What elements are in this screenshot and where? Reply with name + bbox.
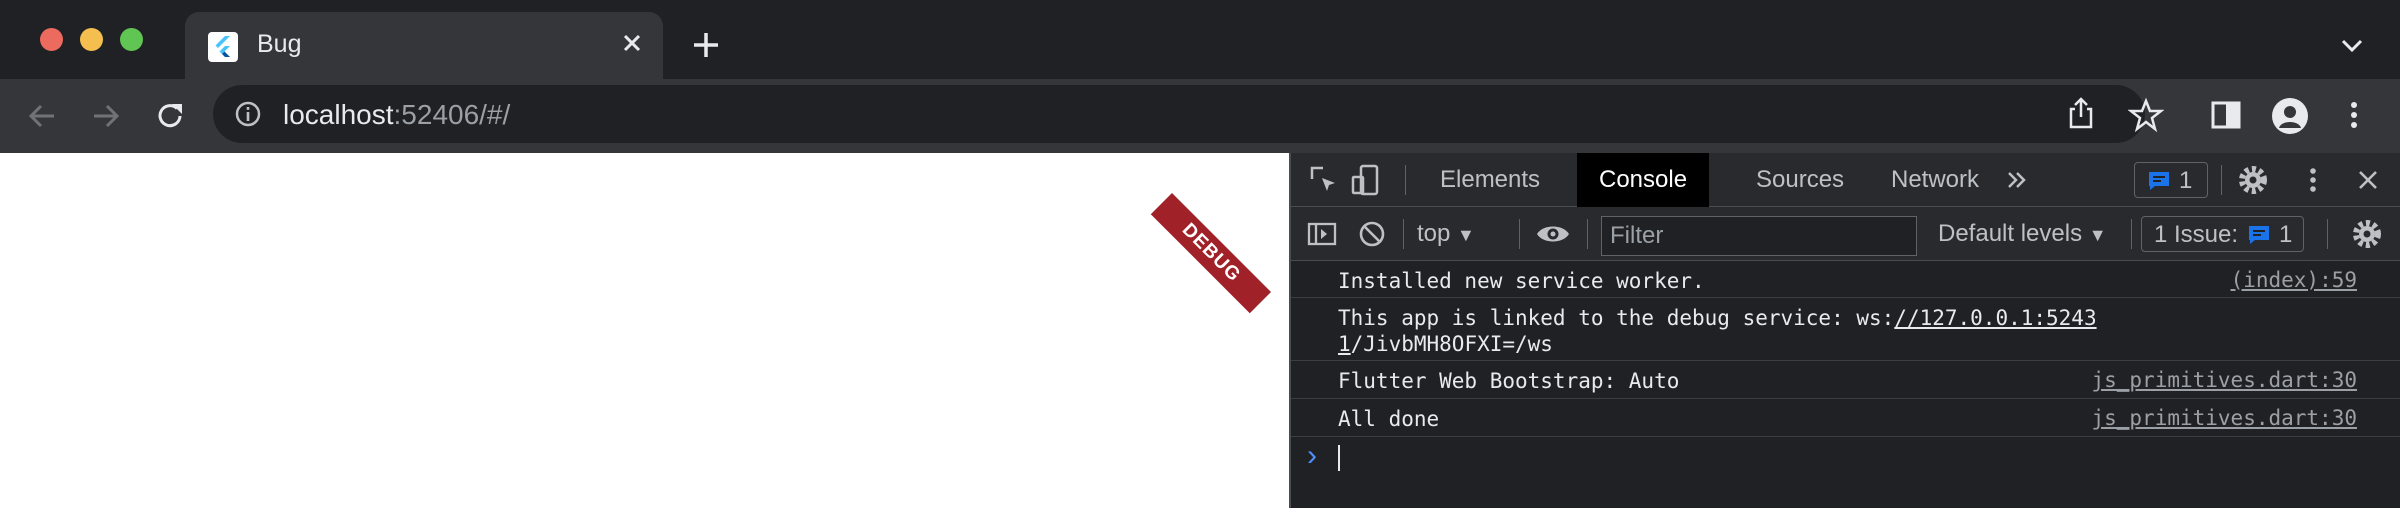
tab-network[interactable]: Network: [1869, 153, 2001, 207]
dropdown-triangle-icon: ▼: [1457, 225, 1475, 245]
console-toolbar: top ▼ Filter Default levels ▼ 1 Issue: 1: [1291, 207, 2400, 261]
flutter-icon: [208, 32, 238, 62]
console-message: This app is linked to the debug service:…: [1291, 298, 2400, 361]
back-arrow-icon[interactable]: [24, 98, 60, 134]
info-icon[interactable]: [233, 99, 263, 129]
new-tab-button[interactable]: [688, 27, 724, 63]
profile-avatar-icon[interactable]: [2271, 97, 2308, 134]
device-toolbar-icon[interactable]: [1349, 163, 1383, 197]
show-sidebar-icon[interactable]: [1305, 217, 1339, 251]
debug-service-link-continued[interactable]: 1: [1338, 332, 1351, 356]
side-panel-icon[interactable]: [2208, 97, 2244, 133]
log-levels-dropdown[interactable]: Default levels ▼: [1938, 220, 2107, 248]
clear-console-icon[interactable]: [1355, 217, 1389, 251]
separator: [2221, 165, 2222, 195]
console-message: All done js_primitives.dart:30: [1291, 399, 2400, 437]
messages-badge[interactable]: 1: [2134, 162, 2208, 198]
maximize-window-button[interactable]: [120, 28, 143, 51]
separator: [1405, 165, 1406, 195]
tab-elements[interactable]: Elements: [1418, 153, 1562, 207]
share-icon[interactable]: [2063, 95, 2099, 131]
settings-gear-icon[interactable]: [2236, 163, 2270, 197]
message-source-link[interactable]: js_primitives.dart:30: [2091, 406, 2357, 430]
address-bar[interactable]: localhost:52406/#/: [213, 85, 2145, 143]
kebab-menu-icon[interactable]: [2336, 97, 2372, 133]
minimize-window-button[interactable]: [80, 28, 103, 51]
close-devtools-icon[interactable]: [2351, 163, 2385, 197]
separator: [2327, 219, 2328, 249]
more-tabs-icon[interactable]: [2001, 163, 2035, 197]
live-expression-eye-icon[interactable]: [1535, 217, 1569, 251]
devtools-tab-bar: Elements Console Sources Network 1: [1291, 153, 2400, 207]
tab-sources[interactable]: Sources: [1734, 153, 1866, 207]
page-viewport: DEBUG: [0, 153, 1289, 508]
issues-button[interactable]: 1 Issue: 1: [2141, 216, 2304, 252]
separator: [1587, 219, 1588, 249]
console-message: Installed new service worker. (index):59: [1291, 261, 2400, 298]
devtools-menu-icon[interactable]: [2296, 163, 2330, 197]
chevron-down-icon[interactable]: [2337, 30, 2367, 60]
reload-icon[interactable]: [152, 98, 188, 134]
separator: [2131, 219, 2132, 249]
close-window-button[interactable]: [40, 28, 63, 51]
console-settings-gear-icon[interactable]: [2350, 217, 2384, 251]
url-text[interactable]: localhost:52406/#/: [283, 99, 510, 131]
browser-tab[interactable]: Bug: [185, 12, 663, 79]
browser-toolbar: localhost:52406/#/: [0, 79, 2400, 153]
message-source-link[interactable]: js_primitives.dart:30: [2091, 368, 2357, 392]
bookmark-star-icon[interactable]: [2127, 97, 2165, 133]
debug-service-link[interactable]: //127.0.0.1:5243: [1894, 306, 2096, 330]
separator: [1519, 219, 1520, 249]
issue-message-icon: [2249, 226, 2269, 244]
text-cursor: [1338, 445, 1340, 471]
message-source-link[interactable]: (index):59: [2231, 268, 2357, 292]
prompt-chevron-icon: ›: [1307, 439, 1317, 472]
separator: [1403, 219, 1404, 249]
dropdown-triangle-icon: ▼: [2088, 225, 2107, 245]
inspect-element-icon[interactable]: [1307, 163, 1341, 197]
message-icon: [2149, 172, 2169, 190]
forward-arrow-icon[interactable]: [88, 98, 124, 134]
console-prompt[interactable]: ›: [1291, 437, 2400, 477]
context-selector[interactable]: top ▼: [1417, 220, 1475, 248]
tab-title: Bug: [257, 30, 302, 58]
filter-input[interactable]: Filter: [1601, 216, 1917, 256]
debug-banner: DEBUG: [1150, 193, 1271, 314]
url-path: :52406/#/: [393, 99, 511, 130]
console-message: Flutter Web Bootstrap: Auto js_primitive…: [1291, 361, 2400, 399]
tab-console[interactable]: Console: [1577, 153, 1710, 207]
url-host: localhost: [283, 99, 394, 130]
tab-strip: Bug: [0, 0, 2400, 79]
devtools-panel: Elements Console Sources Network 1 top ▼: [1289, 153, 2400, 508]
close-tab-icon[interactable]: [615, 26, 649, 60]
